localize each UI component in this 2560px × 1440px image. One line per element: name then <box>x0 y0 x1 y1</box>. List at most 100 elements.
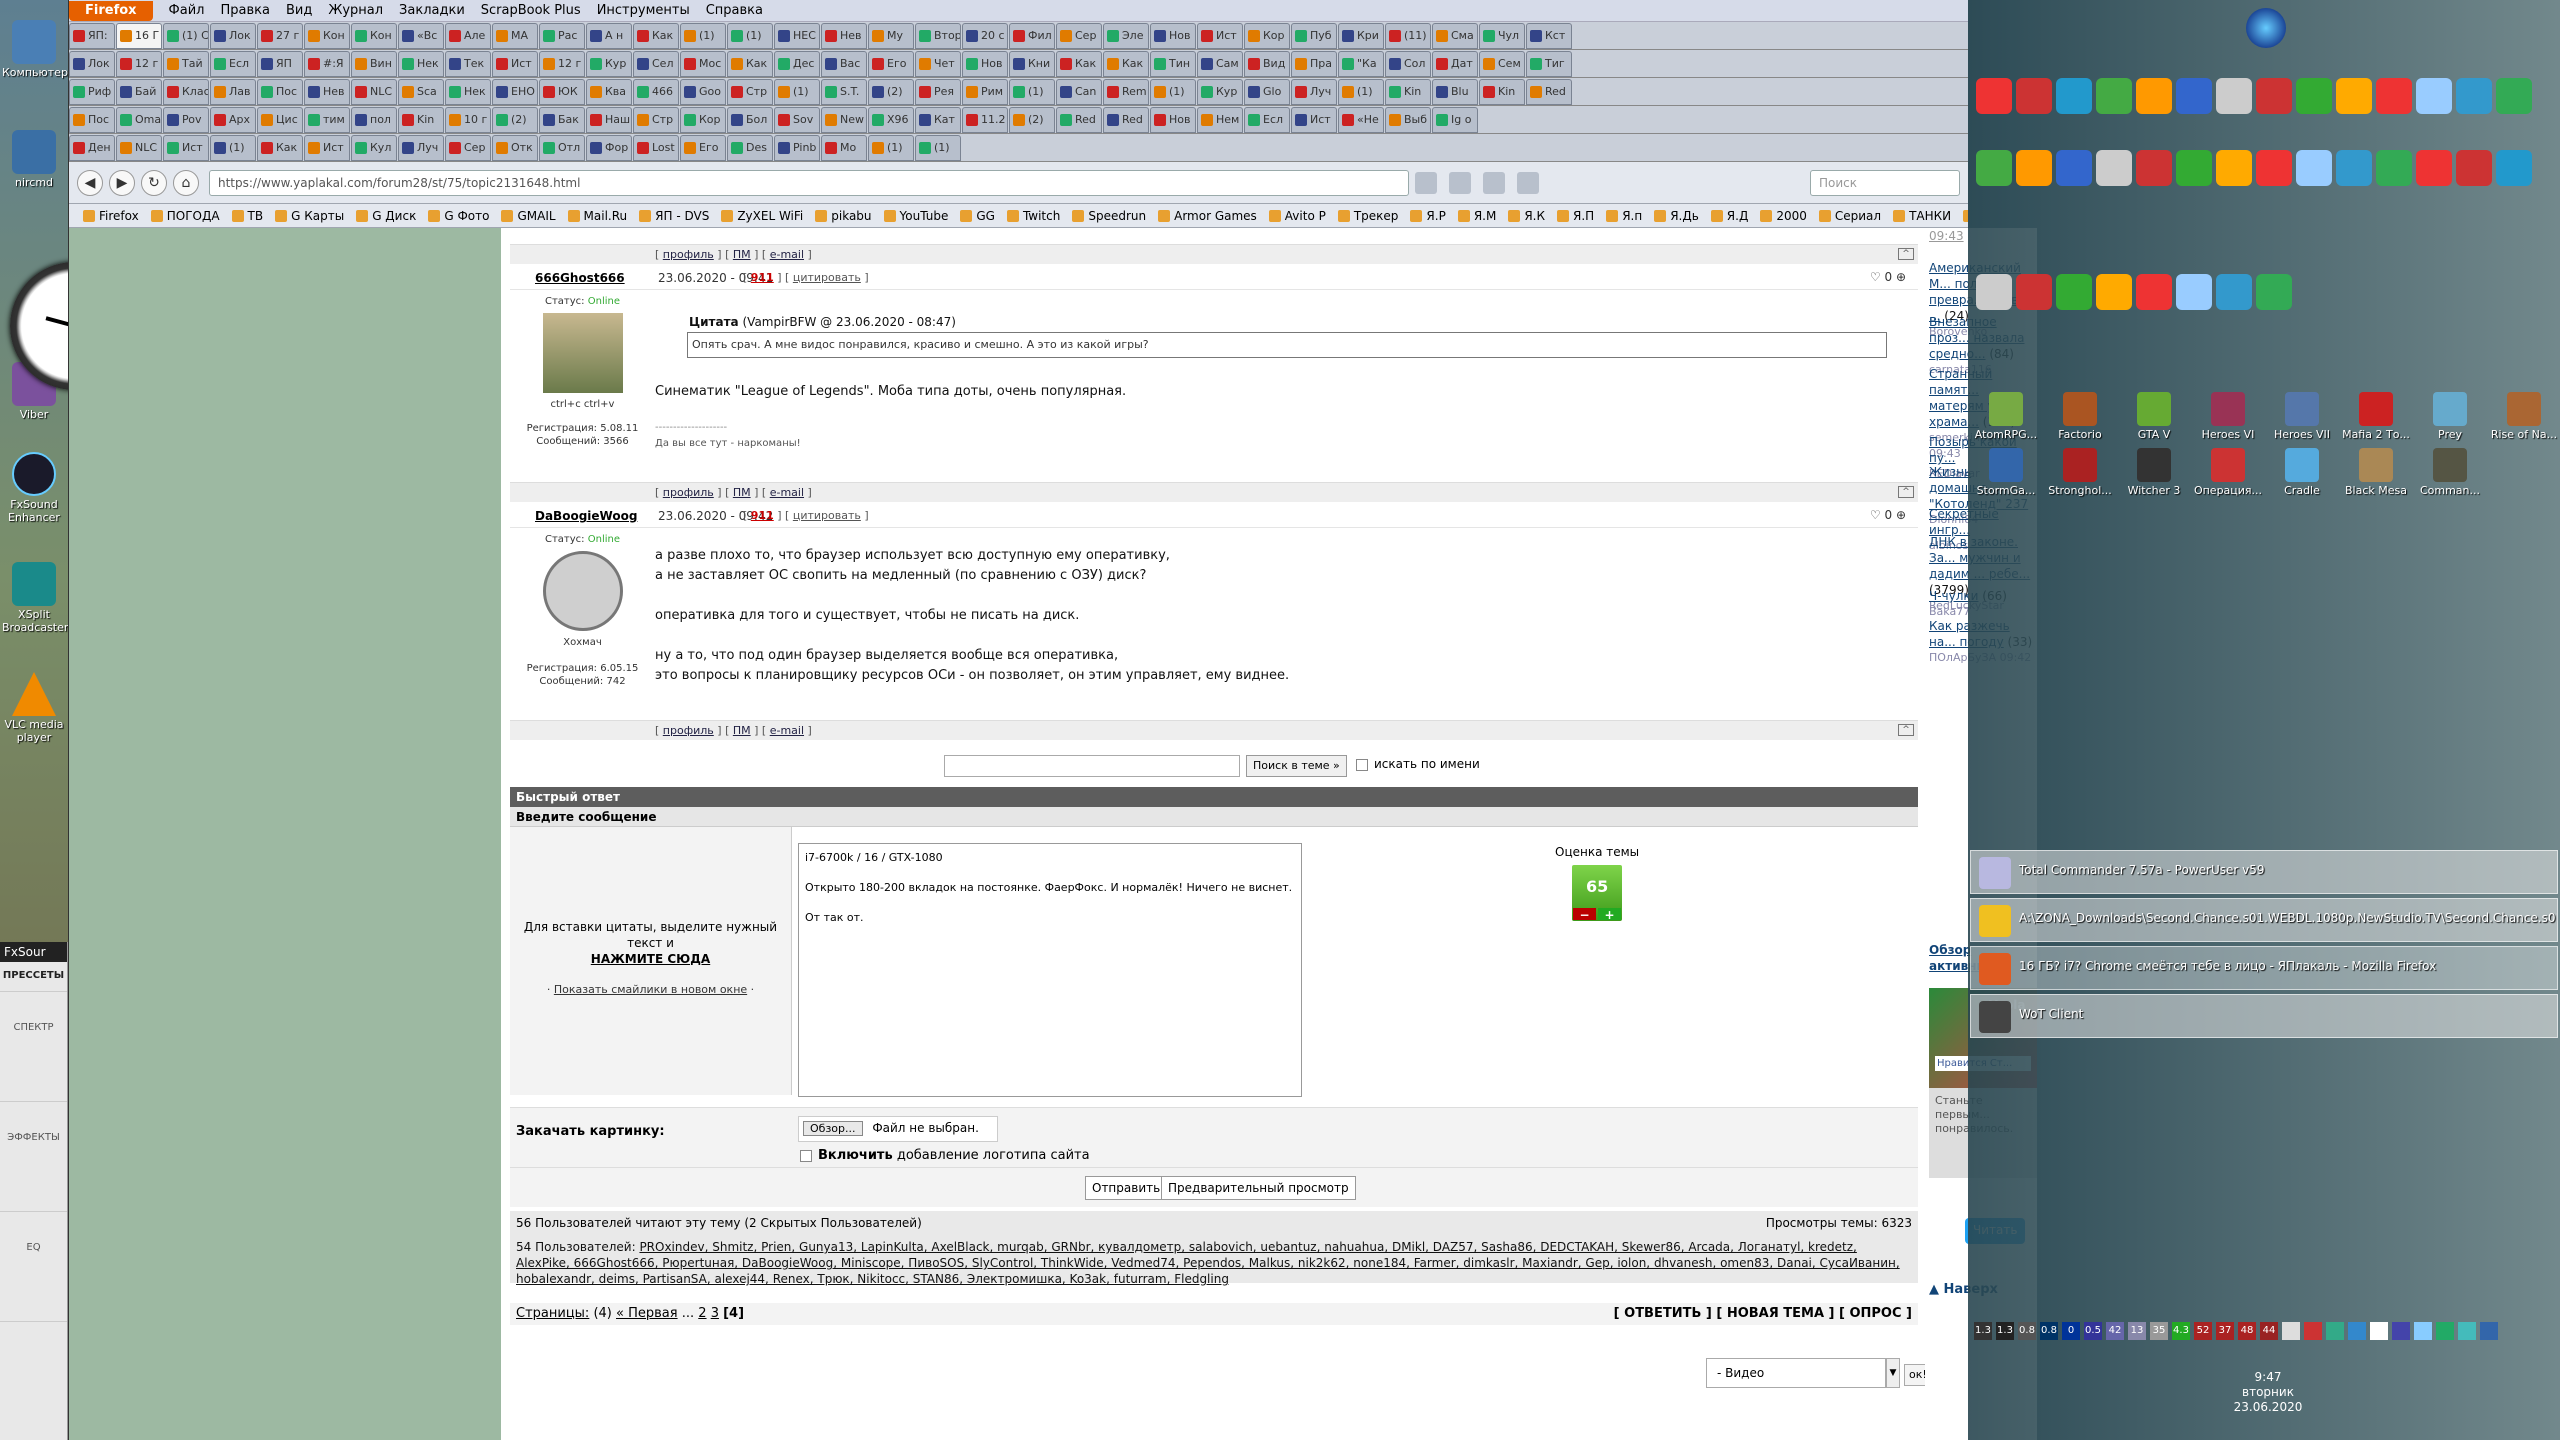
reload-icon[interactable]: ↻ <box>141 169 167 196</box>
desktop-icon-xsplit[interactable]: XSplit Broadcaster <box>2 562 68 634</box>
menu-view[interactable]: Вид <box>278 3 320 18</box>
browser-tab[interactable]: Как <box>633 23 679 49</box>
post-username[interactable]: 666Ghost666 <box>535 271 625 285</box>
bookmark-star-icon[interactable] <box>1415 171 1437 194</box>
start-button-icon[interactable] <box>2246 8 2286 48</box>
post-number[interactable]: 911 <box>751 509 774 522</box>
browser-tab[interactable]: Сем <box>1479 51 1525 77</box>
browser-tab[interactable]: Пос <box>257 79 303 105</box>
email-link[interactable]: e-mail <box>770 724 804 737</box>
bookmark-item[interactable]: GG <box>954 209 1001 223</box>
chevron-down-icon[interactable]: ▼ <box>1886 1358 1900 1388</box>
profile-link[interactable]: профиль <box>663 724 714 737</box>
quote-button[interactable]: цитировать <box>793 509 861 522</box>
quicklaunch-app-icon[interactable] <box>2336 150 2372 186</box>
tray-app-icon[interactable] <box>2480 1322 2498 1340</box>
browser-tab[interactable]: Нек <box>398 51 444 77</box>
browser-tab[interactable]: Кни <box>1009 51 1055 77</box>
quicklaunch-app-icon[interactable] <box>2216 274 2252 310</box>
browser-tab[interactable]: Бак <box>539 107 585 133</box>
tray-indicator[interactable]: 1.3 <box>1974 1322 1992 1340</box>
browser-tab[interactable]: (1) <box>1338 79 1384 105</box>
scroll-up-icon[interactable]: ^ <box>1898 486 1914 498</box>
browser-tab[interactable]: Есл <box>210 51 256 77</box>
browser-tab[interactable]: Pinb <box>774 135 820 161</box>
browser-tab[interactable]: Сер <box>445 135 491 161</box>
browser-tab[interactable]: Его <box>680 135 726 161</box>
browser-tab[interactable]: Kin <box>398 107 444 133</box>
quicklaunch-app-icon[interactable] <box>2216 78 2252 114</box>
browser-tab[interactable]: 27 г <box>257 23 303 49</box>
browser-tab[interactable]: Риф <box>69 79 115 105</box>
browser-tab[interactable]: Как <box>727 51 773 77</box>
tray-app-icon[interactable] <box>2304 1322 2322 1340</box>
desktop-icon-nircmd[interactable]: nircmd <box>2 130 66 189</box>
browser-tab[interactable]: Тек <box>445 51 491 77</box>
taskbar-window-button[interactable]: 16 ГБ? i7? Chrome смеётся тебе в лицо - … <box>1970 946 2558 990</box>
search-bar[interactable]: Поиск <box>1810 169 1960 196</box>
forward-arrow-icon[interactable]: ▶ <box>109 169 135 196</box>
bookmark-item[interactable]: Я.п <box>1600 209 1648 223</box>
browser-tab[interactable]: Сам <box>1197 51 1243 77</box>
browser-tab[interactable]: 12 г <box>539 51 585 77</box>
browser-tab[interactable]: "Ка <box>1338 51 1384 77</box>
browser-tab[interactable]: Наш <box>586 107 632 133</box>
browser-tab[interactable]: Его <box>868 51 914 77</box>
browser-tab[interactable]: 10 г <box>445 107 491 133</box>
fxsound-spectrum[interactable]: СПЕКТР <box>0 992 67 1102</box>
browser-tab[interactable]: Луч <box>398 135 444 161</box>
browser-tab[interactable]: Кон <box>304 23 350 49</box>
quicklaunch-app-icon[interactable] <box>2096 150 2132 186</box>
game-shortcut[interactable]: Heroes VI <box>2192 392 2264 441</box>
tray-indicator[interactable]: 13 <box>2128 1322 2146 1340</box>
browser-tab[interactable]: Мос <box>680 51 726 77</box>
quicklaunch-app-icon[interactable] <box>2256 274 2292 310</box>
game-shortcut[interactable]: Witcher 3 <box>2118 448 2190 497</box>
bookmark-item[interactable]: Я.Дь <box>1648 209 1705 223</box>
bookmark-item[interactable]: Я.М <box>1452 209 1503 223</box>
browser-tab[interactable]: пол <box>351 107 397 133</box>
menu-help[interactable]: Справка <box>698 3 771 18</box>
bookmark-item[interactable]: ТВ <box>226 209 270 223</box>
quicklaunch-app-icon[interactable] <box>2216 150 2252 186</box>
browser-tab[interactable]: Эле <box>1103 23 1149 49</box>
menu-bookmarks[interactable]: Закладки <box>391 3 473 18</box>
browser-tab[interactable]: Стр <box>727 79 773 105</box>
browser-tab[interactable]: Отл <box>539 135 585 161</box>
tray-indicator[interactable]: 1.3 <box>1996 1322 2014 1340</box>
quicklaunch-app-icon[interactable] <box>2096 78 2132 114</box>
browser-tab[interactable]: Нов <box>962 51 1008 77</box>
quicklaunch-app-icon[interactable] <box>2016 150 2052 186</box>
browser-tab[interactable]: Кур <box>1197 79 1243 105</box>
bookmark-item[interactable]: Firefox <box>77 209 145 223</box>
browser-tab[interactable]: Але <box>445 23 491 49</box>
browser-tab[interactable]: Отк <box>492 135 538 161</box>
fxsound-effects[interactable]: ЭФФЕКТЫ <box>0 1102 67 1212</box>
game-shortcut[interactable]: Factorio <box>2044 392 2116 441</box>
quicklaunch-app-icon[interactable] <box>2016 78 2052 114</box>
browser-tab[interactable]: Рея <box>915 79 961 105</box>
plus-icon[interactable]: ⊕ <box>1896 270 1906 284</box>
browser-tab[interactable]: Ист <box>163 135 209 161</box>
profile-link[interactable]: профиль <box>663 248 714 261</box>
browser-tab[interactable]: (1) <box>774 79 820 105</box>
browser-tab[interactable]: Арх <box>210 107 256 133</box>
quicklaunch-app-icon[interactable] <box>2376 150 2412 186</box>
browser-tab[interactable]: Лок <box>210 23 256 49</box>
game-shortcut[interactable]: Cradle <box>2266 448 2338 497</box>
page-3-link[interactable]: 3 <box>711 1306 719 1321</box>
menu-history[interactable]: Журнал <box>320 3 391 18</box>
browser-tab[interactable]: Есл <box>1244 107 1290 133</box>
browser-tab[interactable]: (1) <box>680 23 726 49</box>
quicklaunch-app-icon[interactable] <box>1976 150 2012 186</box>
browser-tab[interactable]: Нек <box>445 79 491 105</box>
browser-tab[interactable]: Пуб <box>1291 23 1337 49</box>
browser-tab[interactable]: ЯП: <box>69 23 115 49</box>
browser-tab[interactable]: Цис <box>257 107 303 133</box>
browser-tab[interactable]: Сел <box>633 51 679 77</box>
tray-app-icon[interactable] <box>2370 1322 2388 1340</box>
browser-tab[interactable]: Oma <box>116 107 162 133</box>
bookmark-item[interactable]: G Фото <box>422 209 495 223</box>
game-shortcut[interactable]: Heroes VII <box>2266 392 2338 441</box>
game-shortcut[interactable]: GTA V <box>2118 392 2190 441</box>
